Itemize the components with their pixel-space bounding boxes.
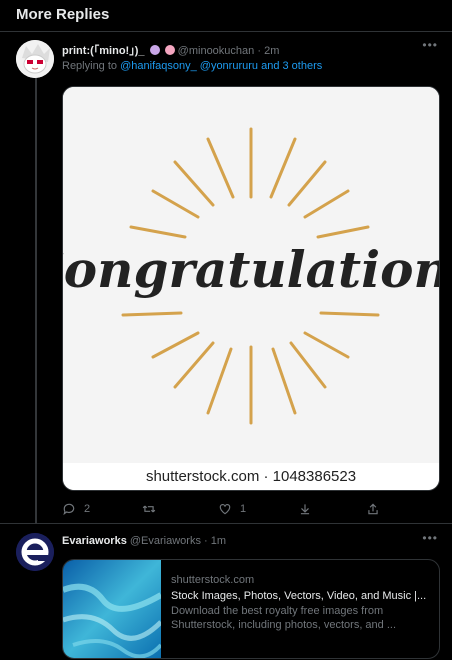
display-name[interactable]: Evariaworks [62, 535, 127, 547]
tweet[interactable]: Evariaworks @Evariaworks · 1m ••• shutte… [0, 525, 452, 660]
like-button[interactable]: 1 [218, 502, 246, 516]
more-icon[interactable]: ••• [422, 531, 438, 545]
card-domain: shutterstock.com [171, 574, 255, 586]
flower-emoji-icon [149, 45, 160, 55]
separator-dot: · [257, 45, 262, 57]
replying-to: Replying to @hanifaqsony_ @yonrururu and… [62, 60, 322, 72]
share-icon [368, 503, 378, 515]
card-description: Download the best royalty free images fr… [171, 605, 397, 631]
retweet-button[interactable] [142, 502, 164, 516]
user-handle[interactable]: @minookuchan [178, 45, 255, 57]
tweet-meta: Evariaworks @Evariaworks · 1m [62, 535, 226, 547]
more-icon[interactable]: ••• [422, 38, 438, 52]
card-body: shutterstock.com Stock Images, Photos, V… [171, 574, 433, 632]
card-thumbnail [63, 560, 163, 658]
separator-dot: · [204, 535, 208, 547]
tweet-image[interactable]: Congratulations shutterstock.com · 10483… [62, 86, 440, 491]
retweet-icon [142, 505, 156, 513]
reply-button[interactable]: 2 [62, 502, 90, 516]
replying-mentions[interactable]: @hanifaqsony_ @yonrururu [120, 60, 258, 72]
congratulations-text: Congratulations [63, 240, 439, 299]
avatar[interactable] [16, 40, 54, 78]
header-title: More Replies [16, 6, 110, 23]
cherry-blossom-emoji-icon [164, 45, 175, 55]
reply-count: 2 [84, 503, 91, 515]
timestamp[interactable]: 2m [264, 45, 279, 57]
download-icon [300, 504, 310, 515]
congratulations-image: Congratulations [63, 87, 439, 463]
card-title: Stock Images, Photos, Vectors, Video, an… [171, 590, 427, 602]
like-icon [219, 504, 231, 515]
thread-line [35, 78, 37, 524]
image-caption: shutterstock.com · 1048386523 [63, 463, 439, 490]
share-button[interactable] [366, 502, 380, 516]
more-replies-header: More Replies [0, 0, 452, 32]
user-handle[interactable]: @Evariaworks [130, 535, 201, 547]
reply-icon [63, 503, 75, 516]
tweet-actions: 2 1 [62, 502, 432, 518]
replying-prefix: Replying to [62, 60, 118, 72]
replying-others-link[interactable]: and 3 others [261, 60, 322, 72]
like-count: 1 [240, 503, 247, 515]
link-card[interactable]: shutterstock.com Stock Images, Photos, V… [62, 559, 440, 659]
download-button[interactable] [298, 502, 312, 516]
tweet-meta: print:(「mino!」)_ @minookuchan · 2m [62, 42, 279, 58]
timestamp[interactable]: 1m [211, 535, 226, 547]
tweet[interactable]: print:(「mino!」)_ @minookuchan · 2m ••• R… [0, 32, 452, 524]
avatar[interactable] [16, 533, 54, 571]
display-name[interactable]: print:(「mino!」)_ [62, 45, 144, 57]
